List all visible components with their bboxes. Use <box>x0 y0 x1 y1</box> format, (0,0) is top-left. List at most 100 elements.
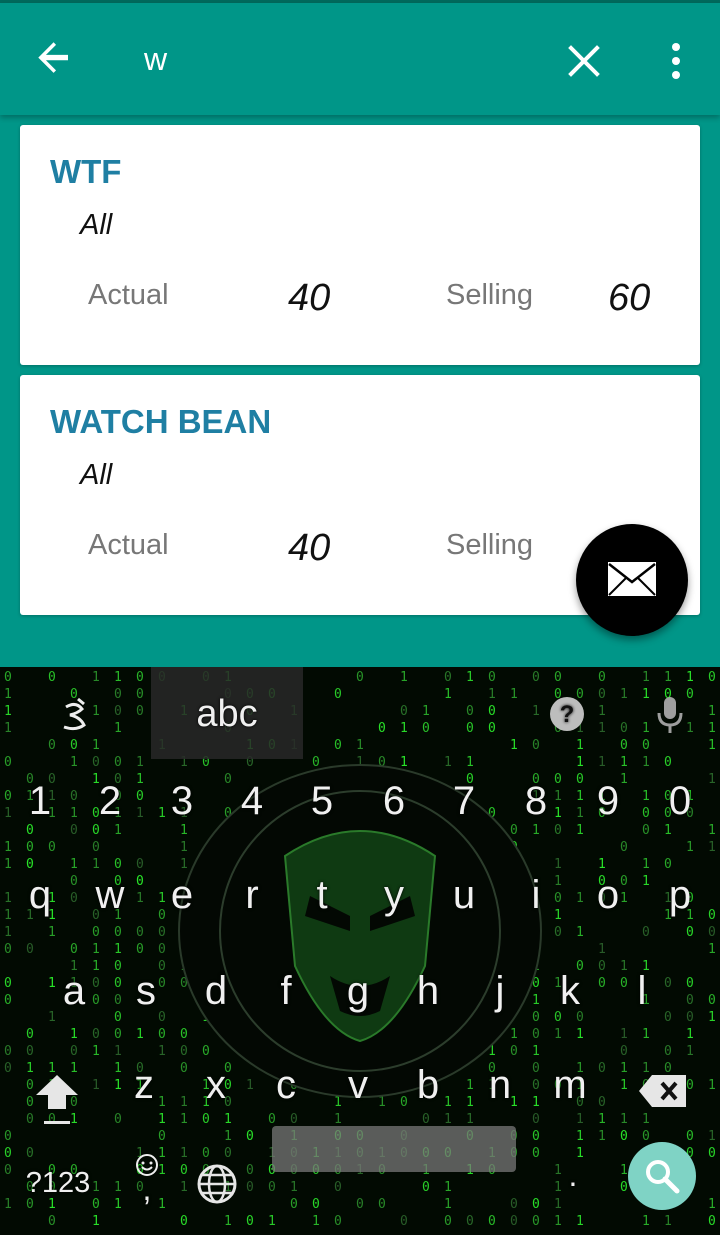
key-c[interactable]: c <box>256 1063 316 1108</box>
key-s[interactable]: s <box>116 969 176 1014</box>
svg-text:0: 0 <box>26 1027 34 1042</box>
key-n[interactable]: n <box>470 1063 530 1108</box>
key-1[interactable]: 1 <box>10 779 70 824</box>
space-bar[interactable] <box>272 1126 516 1172</box>
key-0[interactable]: 0 <box>650 779 710 824</box>
svg-text:0: 0 <box>686 976 694 991</box>
svg-text:0: 0 <box>708 925 716 940</box>
back-button[interactable] <box>32 39 80 87</box>
svg-text:1: 1 <box>642 1214 650 1229</box>
key-v[interactable]: v <box>328 1063 388 1108</box>
backspace-key[interactable] <box>638 1073 688 1109</box>
svg-text:1: 1 <box>620 1163 628 1178</box>
svg-text:1: 1 <box>180 1180 188 1195</box>
svg-text:0: 0 <box>708 1146 716 1161</box>
key-e[interactable]: e <box>152 873 212 918</box>
svg-text:0: 0 <box>70 1044 78 1059</box>
key-l[interactable]: l <box>612 969 672 1014</box>
key-w[interactable]: w <box>80 873 140 918</box>
key-5[interactable]: 5 <box>292 779 352 824</box>
key-x[interactable]: x <box>186 1063 246 1108</box>
key-r[interactable]: r <box>222 873 282 918</box>
item-category: All <box>80 459 113 491</box>
svg-text:0: 0 <box>554 925 562 940</box>
key-y[interactable]: y <box>364 873 424 918</box>
search-icon <box>646 1160 680 1194</box>
key-j[interactable]: j <box>470 969 530 1014</box>
backspace-icon <box>639 1075 686 1107</box>
key-g[interactable]: g <box>328 969 388 1014</box>
svg-text:0: 0 <box>4 976 12 991</box>
key-b[interactable]: b <box>398 1063 458 1108</box>
svg-text:1: 1 <box>620 1112 628 1127</box>
svg-text:1: 1 <box>598 942 606 957</box>
key-a[interactable]: a <box>44 969 104 1014</box>
key-u[interactable]: u <box>434 873 494 918</box>
key-d[interactable]: d <box>186 969 246 1014</box>
svg-text:1: 1 <box>642 874 650 889</box>
language-key[interactable] <box>196 1163 238 1205</box>
key-4[interactable]: 4 <box>222 779 282 824</box>
send-mail-fab[interactable] <box>576 524 688 636</box>
key-z[interactable]: z <box>114 1063 174 1108</box>
key-9[interactable]: 9 <box>578 779 638 824</box>
shift-key[interactable] <box>32 1071 82 1127</box>
help-key[interactable]: ? <box>548 695 586 733</box>
selling-label: Selling <box>446 529 534 561</box>
comma-key[interactable]: , <box>130 1171 164 1208</box>
svg-text:1: 1 <box>92 942 100 957</box>
svg-text:1: 1 <box>708 823 716 838</box>
svg-text:0: 0 <box>48 1214 56 1229</box>
svg-text:1: 1 <box>598 1129 606 1144</box>
key-m[interactable]: m <box>540 1063 600 1108</box>
key-8[interactable]: 8 <box>506 779 566 824</box>
key-t[interactable]: t <box>292 873 352 918</box>
svg-text:1: 1 <box>708 942 716 957</box>
help-icon: ? <box>550 697 584 731</box>
key-i[interactable]: i <box>506 873 566 918</box>
svg-text:1: 1 <box>466 1112 474 1127</box>
svg-text:1: 1 <box>114 1044 122 1059</box>
svg-text:0: 0 <box>70 942 78 957</box>
abc-tab[interactable]: abc <box>151 667 303 759</box>
key-h[interactable]: h <box>398 969 458 1014</box>
svg-text:0: 0 <box>202 1112 210 1127</box>
key-3[interactable]: 3 <box>152 779 212 824</box>
svg-text:1: 1 <box>708 1010 716 1025</box>
svg-text:?: ? <box>560 701 575 728</box>
result-card[interactable]: WTF All Actual 40 Selling 60 <box>20 125 700 365</box>
voice-input-key[interactable] <box>656 695 684 735</box>
svg-text:0: 0 <box>268 1112 276 1127</box>
handwriting-key[interactable] <box>58 697 92 733</box>
svg-text:0: 0 <box>708 1214 716 1229</box>
svg-text:0: 0 <box>532 1214 540 1229</box>
svg-text:0: 0 <box>92 840 100 855</box>
key-6[interactable]: 6 <box>364 779 424 824</box>
svg-text:0: 0 <box>620 840 628 855</box>
svg-text:1: 1 <box>664 1214 672 1229</box>
key-7[interactable]: 7 <box>434 779 494 824</box>
svg-text:1: 1 <box>92 1078 100 1093</box>
search-action-key[interactable] <box>628 1142 696 1210</box>
overflow-menu-button[interactable] <box>656 37 696 85</box>
svg-text:1: 1 <box>48 925 56 940</box>
key-k[interactable]: k <box>540 969 600 1014</box>
symbols-key[interactable]: ?123 <box>18 1167 98 1200</box>
svg-text:0: 0 <box>4 1129 12 1144</box>
key-o[interactable]: o <box>578 873 638 918</box>
svg-text:0: 0 <box>48 840 56 855</box>
key-q[interactable]: q <box>10 873 70 918</box>
clear-search-button[interactable] <box>560 37 608 85</box>
key-2[interactable]: 2 <box>80 779 140 824</box>
svg-text:1: 1 <box>598 1112 606 1127</box>
svg-text:0: 0 <box>158 1129 166 1144</box>
svg-text:1: 1 <box>576 1214 584 1229</box>
svg-text:0: 0 <box>246 1163 254 1178</box>
selling-value: 60 <box>608 277 651 319</box>
svg-text:0: 0 <box>510 1214 518 1229</box>
key-f[interactable]: f <box>256 969 316 1014</box>
period-key[interactable]: . <box>556 1157 590 1194</box>
key-p[interactable]: p <box>650 873 710 918</box>
keyboard-top-row: abc ? <box>0 667 720 759</box>
search-input[interactable]: w <box>144 41 167 78</box>
